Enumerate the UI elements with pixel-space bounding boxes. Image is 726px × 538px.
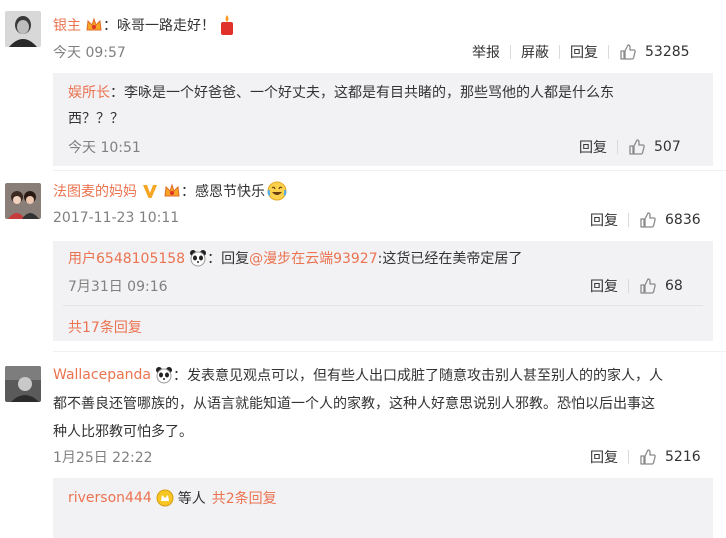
comment-text: ：感恩节快乐 bbox=[181, 184, 265, 200]
like-count: 5216 bbox=[665, 449, 701, 465]
reply-meta: 7月31日 09:16 bbox=[68, 276, 168, 296]
thumb-up-icon[interactable] bbox=[639, 211, 657, 229]
comment-username[interactable]: 法图麦的妈妈 bbox=[53, 181, 137, 201]
reply-text: ：回复 bbox=[207, 251, 250, 267]
comment-time: 1月25日 22:22 bbox=[53, 450, 153, 466]
reply-text: ：李咏是一个好爸爸、一个好丈夫，这都是有目共睹的，那些骂他的人都是什么东 bbox=[110, 85, 614, 101]
more-replies-link[interactable]: 共17条回复 bbox=[68, 317, 142, 337]
like-count: 507 bbox=[654, 139, 681, 155]
reply-username[interactable]: 娱所长 bbox=[68, 82, 110, 102]
comment-text: ：发表意见观点可以，但有些人出口成脏了随意攻击别人甚至别人的的家人，人 bbox=[173, 368, 663, 384]
reply-actions: 回复 68 bbox=[590, 276, 683, 296]
mention-link[interactable]: @漫步在云端93927 bbox=[249, 248, 378, 268]
reply-button[interactable]: 回复 bbox=[579, 137, 607, 157]
reply-time: 7月31日 09:16 bbox=[68, 279, 168, 295]
comment-actions: 回复 5216 bbox=[590, 447, 701, 467]
thumb-up-icon[interactable] bbox=[639, 448, 657, 466]
comment-header: 银主 ：咏哥一路走好！ bbox=[53, 14, 237, 36]
thumb-up-icon[interactable] bbox=[628, 138, 646, 156]
like-count: 6836 bbox=[665, 212, 701, 228]
comment-username[interactable]: 银主 bbox=[53, 15, 81, 35]
vip-badge-icon bbox=[156, 489, 174, 507]
divider bbox=[617, 140, 618, 154]
thumb-up-icon[interactable] bbox=[619, 43, 637, 61]
candle-emoji-icon bbox=[217, 14, 237, 36]
reply-line-1: 用户6548105158 ：回复 @漫步在云端93927 :这货已经在美帝定居了 bbox=[68, 247, 522, 269]
avatar[interactable] bbox=[5, 183, 41, 219]
divider bbox=[510, 45, 511, 59]
panda-icon bbox=[155, 366, 173, 384]
comment-line-1: Wallacepanda ：发表意见观点可以，但有些人出口成脏了随意攻击别人甚至… bbox=[53, 363, 663, 387]
divider bbox=[628, 213, 629, 227]
divider bbox=[628, 450, 629, 464]
comment-actions: 回复 6836 bbox=[590, 210, 701, 230]
reply-text-cont: :这货已经在美帝定居了 bbox=[377, 251, 523, 267]
comment-divider bbox=[53, 351, 726, 352]
reply-line-2: 西？？？ bbox=[68, 106, 124, 130]
reply-summary-text: 等人 bbox=[177, 491, 206, 507]
vip-badge-icon bbox=[85, 16, 103, 34]
panda-icon bbox=[189, 249, 207, 267]
comment-line-2: 都不善良还管哪族的，从语言就能知道一个人的家教，这种人好意思说别人邪教。恐怕以后… bbox=[53, 391, 655, 415]
more-replies-row: 共17条回复 bbox=[68, 317, 142, 337]
report-button[interactable]: 举报 bbox=[472, 42, 500, 62]
comment-meta: 2017-11-23 10:11 bbox=[53, 210, 179, 226]
reply-button[interactable]: 回复 bbox=[590, 210, 618, 230]
reply-button[interactable]: 回复 bbox=[590, 447, 618, 467]
avatar[interactable] bbox=[5, 11, 41, 47]
reply-inner-divider bbox=[63, 305, 703, 306]
block-button[interactable]: 屏蔽 bbox=[521, 42, 549, 62]
reply-meta: 今天 10:51 bbox=[68, 137, 141, 157]
comment-text-cont: 都不善良还管哪族的，从语言就能知道一个人的家教，这种人好意思说别人邪教。恐怕以后… bbox=[53, 396, 655, 412]
more-replies-link[interactable]: 共2条回复 bbox=[212, 488, 277, 508]
reply-username[interactable]: 用户6548105158 bbox=[68, 248, 185, 268]
comment-text: ：咏哥一路走好！ bbox=[103, 18, 215, 34]
divider bbox=[559, 45, 560, 59]
comment-meta: 今天 09:57 bbox=[53, 42, 126, 62]
comment-time: 今天 09:57 bbox=[53, 45, 126, 61]
like-count: 68 bbox=[665, 278, 683, 294]
v-badge-icon bbox=[141, 182, 159, 200]
comment-header: 法图麦的妈妈 ：感恩节快乐 bbox=[53, 180, 287, 202]
comment-text-cont: 种人比邪教可怕多了。 bbox=[53, 424, 193, 440]
avatar[interactable] bbox=[5, 366, 41, 402]
comment-username[interactable]: Wallacepanda bbox=[53, 367, 151, 383]
divider bbox=[628, 279, 629, 293]
reply-actions: 回复 507 bbox=[579, 137, 681, 157]
reply-time: 今天 10:51 bbox=[68, 140, 141, 156]
reply-button[interactable]: 回复 bbox=[570, 42, 598, 62]
comment-meta: 1月25日 22:22 bbox=[53, 447, 153, 467]
comment-divider bbox=[53, 170, 726, 171]
reply-button[interactable]: 回复 bbox=[590, 276, 618, 296]
thumb-up-icon[interactable] bbox=[639, 277, 657, 295]
vip-badge-icon bbox=[163, 182, 181, 200]
comment-actions: 举报 屏蔽 回复 53285 bbox=[472, 42, 690, 62]
reply-line-1: 娱所长 ：李咏是一个好爸爸、一个好丈夫，这都是有目共睹的，那些骂他的人都是什么东 bbox=[68, 80, 614, 104]
reply-summary-row: riverson444 等人 共2条回复 bbox=[68, 487, 277, 509]
divider bbox=[608, 45, 609, 59]
like-count: 53285 bbox=[645, 44, 690, 60]
reply-username[interactable]: riverson444 bbox=[68, 490, 152, 506]
comment-line-3: 种人比邪教可怕多了。 bbox=[53, 419, 193, 443]
reply-text-cont: 西？？？ bbox=[68, 111, 124, 127]
comment-time: 2017-11-23 10:11 bbox=[53, 210, 180, 226]
laugh-cry-emoji-icon bbox=[267, 181, 287, 201]
